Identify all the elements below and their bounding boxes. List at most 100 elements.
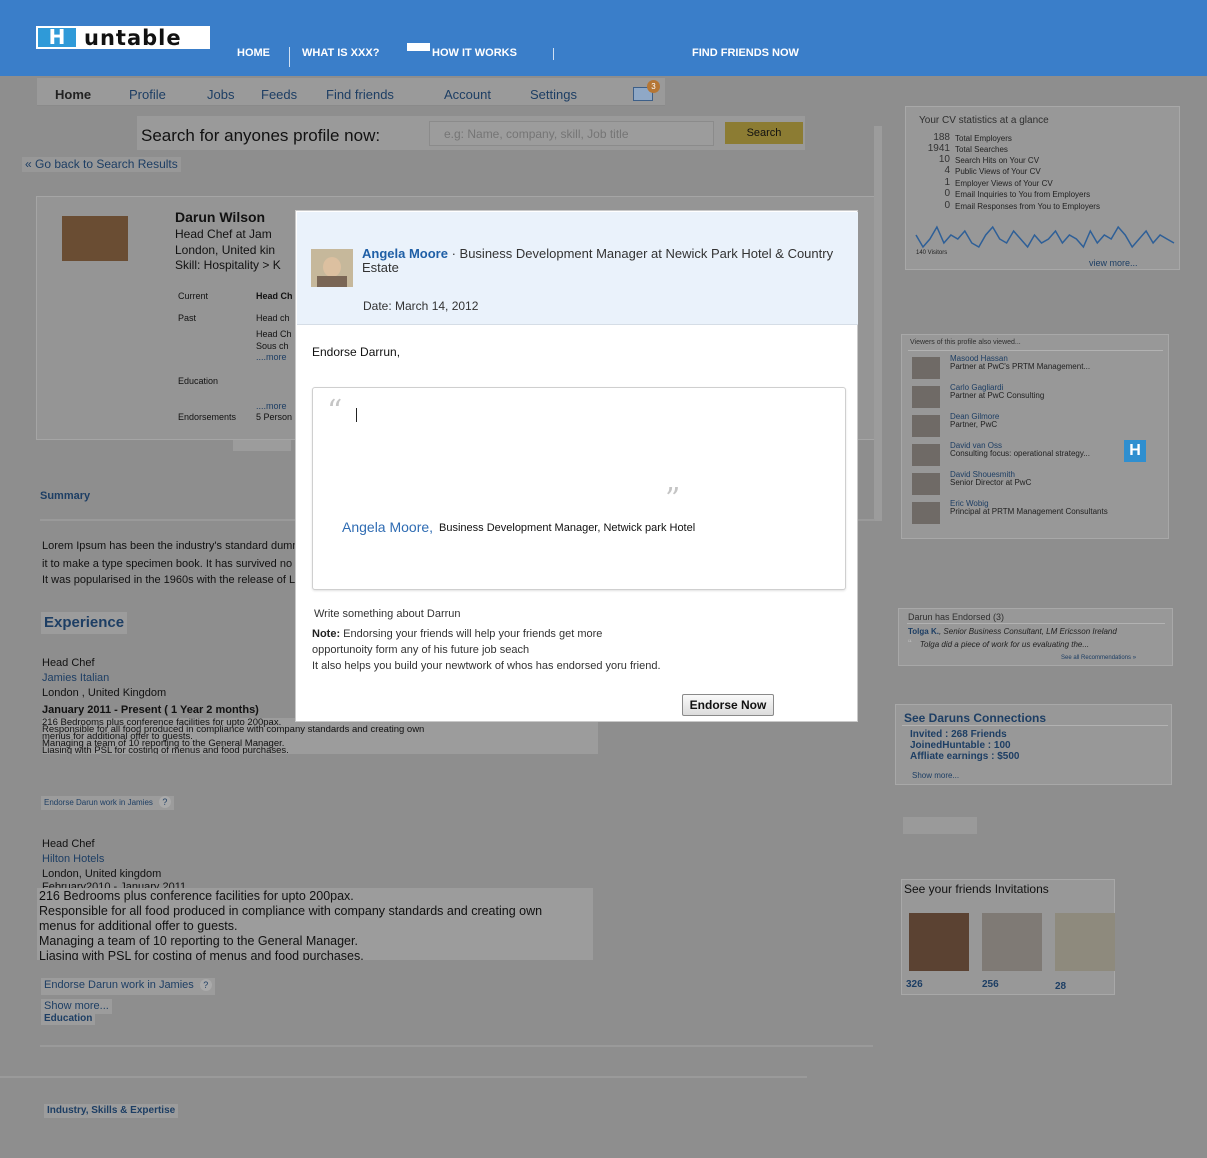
viewer-role: Principal at PRTM Management Consultants bbox=[950, 507, 1108, 516]
desc-line: Managing a team of 10 reporting to the G… bbox=[39, 934, 358, 948]
viewer-role: Partner at PwC Consulting bbox=[950, 391, 1045, 400]
nav-find-friends[interactable]: FIND FRIENDS NOW bbox=[692, 47, 799, 59]
search-button[interactable]: Search bbox=[725, 122, 803, 144]
education-heading: Education bbox=[41, 1012, 96, 1025]
viewer-role: Partner at PwC's PRTM Management... bbox=[950, 362, 1091, 371]
huntable-logo[interactable]: H untable bbox=[36, 26, 210, 50]
stat-number: 1 bbox=[944, 177, 950, 188]
see-all-recommendations-link[interactable]: See all Recommendations » bbox=[1061, 655, 1136, 661]
viewers-panel: Viewers of this profile also viewed... M… bbox=[901, 334, 1169, 539]
connections-show-more[interactable]: Show more... bbox=[912, 771, 959, 780]
job-role: Head Chef bbox=[42, 657, 95, 669]
close-quote-icon: ” bbox=[665, 482, 681, 517]
help-icon[interactable]: ? bbox=[158, 796, 171, 808]
endorse-note-line: opportunoity form any of his future job … bbox=[312, 644, 530, 656]
past-value: Sous ch bbox=[256, 341, 289, 351]
connections-title[interactable]: See Daruns Connections bbox=[904, 711, 1046, 725]
page-scrollbar[interactable] bbox=[874, 126, 882, 521]
job-description: 216 Bedrooms plus conference facilities … bbox=[42, 718, 598, 754]
avatar-body bbox=[317, 276, 347, 287]
endorsed-person[interactable]: Tolga K. bbox=[908, 627, 939, 636]
viewer-avatar[interactable] bbox=[912, 444, 940, 466]
summary-heading: Summary bbox=[40, 490, 91, 502]
nav-home[interactable]: HOME bbox=[237, 47, 270, 59]
visitors-sparkline bbox=[915, 225, 1175, 249]
job-dates: January 2011 - Present ( 1 Year 2 months… bbox=[42, 704, 259, 716]
subnav-account[interactable]: Account bbox=[444, 87, 491, 102]
subnav-settings[interactable]: Settings bbox=[530, 87, 577, 102]
past-label: Past bbox=[178, 313, 197, 323]
note-label: Note: bbox=[312, 628, 341, 640]
view-more-link[interactable]: view more... bbox=[1089, 258, 1138, 268]
endorse-dialog: Angela Moore · Business Development Mana… bbox=[295, 210, 858, 722]
desc-line: Responsible for all food produced in com… bbox=[39, 904, 543, 918]
past-more-link[interactable]: ....more bbox=[256, 352, 287, 362]
education-more-link[interactable]: ....more bbox=[256, 401, 287, 411]
job-company-link[interactable]: Jamies Italian bbox=[42, 672, 109, 684]
endorse-greeting: Endorse Darrun, bbox=[312, 345, 401, 359]
panel-divider bbox=[908, 350, 1163, 351]
logo-h-icon: H bbox=[38, 27, 76, 47]
mail-count-badge: 3 bbox=[647, 80, 660, 93]
viewer-avatar[interactable] bbox=[912, 357, 940, 379]
back-to-results-link[interactable]: « Go back to Search Results bbox=[22, 157, 181, 172]
endorsed-quote-text: Tolga did a piece of work for us evaluat… bbox=[919, 640, 1090, 649]
huntable-h-icon: H bbox=[1124, 440, 1146, 462]
profile-location: London, United kin bbox=[175, 243, 276, 257]
stat-number: 188 bbox=[933, 132, 950, 143]
endorsed-title: Darun has Endorsed (3) bbox=[908, 612, 1005, 622]
subnav-jobs[interactable]: Jobs bbox=[207, 87, 234, 102]
friend-avatar[interactable] bbox=[982, 913, 1042, 971]
endorse-job-label: Endorse Darun work in Jamies bbox=[44, 798, 153, 807]
signature-name: Angela Moore, bbox=[342, 519, 434, 535]
nav-how-it-works[interactable]: HOW IT WORKS bbox=[432, 47, 517, 59]
past-value: Head ch bbox=[256, 313, 290, 323]
stat-number: 0 bbox=[944, 188, 950, 199]
friend-avatar[interactable] bbox=[909, 913, 969, 971]
viewer-avatar[interactable] bbox=[912, 473, 940, 495]
endorse-job-label: Endorse Darun work in Jamies bbox=[44, 979, 194, 991]
endorsement-textarea[interactable]: “ ” Angela Moore, Business Development M… bbox=[312, 387, 846, 590]
stat-label: Email Inquiries to You from Employers bbox=[955, 190, 1091, 199]
endorse-job-link[interactable]: Endorse Darun work in Jamies? bbox=[41, 796, 174, 810]
subnav-profile[interactable]: Profile bbox=[129, 87, 166, 102]
profile-search-bar: Search for anyones profile now: Search bbox=[137, 116, 805, 150]
subnav-home[interactable]: Home bbox=[55, 87, 91, 102]
summary-line: it to make a type specimen book. It has … bbox=[42, 558, 293, 570]
job-company-link[interactable]: Hilton Hotels bbox=[42, 853, 104, 865]
endorsed-name[interactable]: Tolga K., Senior Business Consultant, LM… bbox=[908, 627, 1117, 636]
write-prompt: Write something about Darrun bbox=[314, 608, 461, 620]
viewer-avatar[interactable] bbox=[912, 386, 940, 408]
nav-what-is[interactable]: WHAT IS XXX? bbox=[302, 47, 379, 59]
desc-line: Liasing with PSL for costing of menus an… bbox=[42, 745, 289, 754]
invitation-count: 28 bbox=[1055, 981, 1067, 992]
stat-label: Search Hits on Your CV bbox=[955, 156, 1040, 165]
invitations-panel: See your friends Invitations 326 256 28 bbox=[901, 879, 1115, 995]
subnav-find-friends[interactable]: Find friends bbox=[326, 87, 394, 102]
friend-avatar[interactable] bbox=[1055, 913, 1115, 971]
help-icon[interactable]: ? bbox=[199, 979, 212, 991]
job-location: London , United Kingdom bbox=[42, 687, 167, 699]
endorse-job-link[interactable]: Endorse Darun work in Jamies? bbox=[41, 978, 215, 995]
profile-subnav: Home Profile Jobs Feeds Find friends Acc… bbox=[37, 78, 665, 106]
endorsed-panel: Darun has Endorsed (3) Tolga K., Senior … bbox=[898, 608, 1173, 666]
connections-earnings: Affliate earnings : $500 bbox=[910, 751, 1020, 762]
endorse-now-button[interactable]: Endorse Now bbox=[682, 694, 774, 716]
author-name[interactable]: Angela Moore bbox=[362, 246, 448, 261]
panel-divider bbox=[907, 623, 1165, 624]
viewer-avatar[interactable] bbox=[912, 502, 940, 524]
nav-marker bbox=[407, 43, 430, 51]
search-input[interactable] bbox=[429, 121, 714, 146]
quote-icon: “ bbox=[908, 638, 912, 650]
stat-label: Employer Views of Your CV bbox=[955, 179, 1053, 188]
subnav-feeds[interactable]: Feeds bbox=[261, 87, 297, 102]
sidebar-blank-box bbox=[903, 817, 977, 834]
summary-line: Lorem Ipsum has been the industry's stan… bbox=[42, 540, 302, 552]
connections-panel: See Daruns Connections Invited : 268 Fri… bbox=[895, 704, 1172, 785]
endorse-dialog-header: Angela Moore · Business Development Mana… bbox=[297, 212, 858, 325]
profile-name: Darun Wilson bbox=[175, 209, 266, 225]
nav-divider bbox=[553, 48, 554, 60]
panel-divider bbox=[902, 725, 1168, 726]
connections-invited: Invited : 268 Friends bbox=[910, 729, 1007, 740]
viewer-avatar[interactable] bbox=[912, 415, 940, 437]
